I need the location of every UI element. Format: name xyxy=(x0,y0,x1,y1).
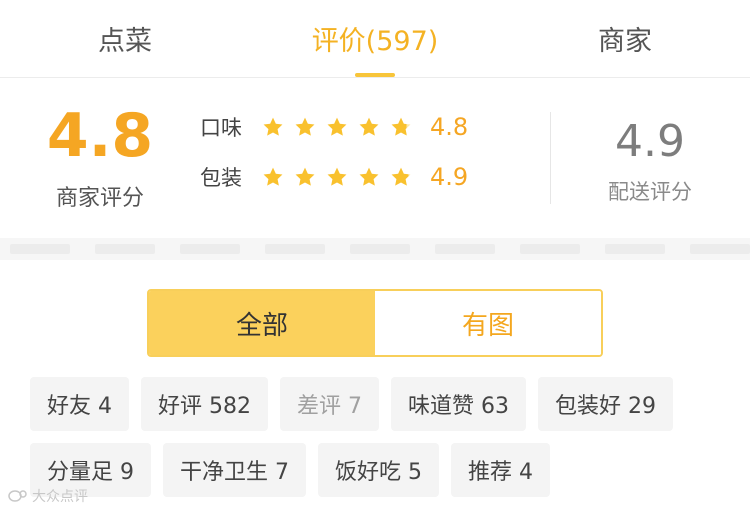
star-icon xyxy=(294,166,316,188)
merchant-score-block: 4.8 商家评分 xyxy=(45,106,155,212)
tag-chip[interactable]: 干净卫生 7 xyxy=(163,443,306,497)
filter-with-pics-button[interactable]: 有图 xyxy=(375,291,601,355)
delivery-score-value: 4.9 xyxy=(615,116,685,167)
merchant-score-label: 商家评分 xyxy=(55,186,144,211)
tab-order-label: 点菜 xyxy=(98,26,152,57)
active-tab-indicator xyxy=(355,73,395,77)
rating-row-packaging: 包装 4.9 xyxy=(200,163,469,191)
filter-all-button[interactable]: 全部 xyxy=(149,291,375,355)
strip-block xyxy=(95,244,155,254)
merchant-score-value: 4.8 xyxy=(46,101,154,171)
tab-merchant-label: 商家 xyxy=(598,26,652,57)
tag-chip[interactable]: 好友 4 xyxy=(30,377,129,431)
rating-row-label: 包装 xyxy=(200,166,242,190)
strip-block xyxy=(265,244,325,254)
tag-row: 分量足 9 干净卫生 7 饭好吃 5 推荐 4 xyxy=(30,443,740,497)
tag-chip[interactable]: 包装好 29 xyxy=(538,377,673,431)
strip-block xyxy=(180,244,240,254)
sub-ratings: 口味 4.8 包装 4.9 xyxy=(200,113,469,214)
rating-row-taste: 口味 4.8 xyxy=(200,113,469,141)
delivery-score-block: 4.9 配送评分 xyxy=(585,120,715,206)
tab-reviews[interactable]: 评价(597) xyxy=(250,0,500,77)
tab-reviews-label: 评价(597) xyxy=(311,26,439,57)
star-icon xyxy=(390,166,412,188)
star-icon xyxy=(358,166,380,188)
star-icon xyxy=(326,166,348,188)
separator-strip xyxy=(0,238,750,260)
tag-chip[interactable]: 差评 7 xyxy=(280,377,379,431)
review-tags: 好友 4 好评 582 差评 7 味道赞 63 包装好 29 分量足 9 干净卫… xyxy=(30,377,740,509)
star-icon xyxy=(262,116,284,138)
rating-row-value: 4.8 xyxy=(430,113,469,141)
watermark: 大众点评 xyxy=(8,486,88,506)
star-rating xyxy=(262,166,422,188)
tab-merchant[interactable]: 商家 xyxy=(500,0,750,77)
tag-chip[interactable]: 推荐 4 xyxy=(451,443,550,497)
strip-block xyxy=(690,244,750,254)
strip-block xyxy=(520,244,580,254)
star-icon xyxy=(294,116,316,138)
rating-summary: 4.8 商家评分 口味 4.8 包装 4.9 4.9 配送评分 xyxy=(0,78,750,238)
watermark-logo-icon xyxy=(8,490,27,502)
tab-order[interactable]: 点菜 xyxy=(0,0,250,77)
delivery-score-label: 配送评分 xyxy=(608,180,692,204)
watermark-text: 大众点评 xyxy=(32,489,88,505)
review-filter-toggle: 全部 有图 xyxy=(147,289,603,357)
tag-row: 好友 4 好评 582 差评 7 味道赞 63 包装好 29 xyxy=(30,377,740,431)
strip-block xyxy=(10,244,70,254)
star-rating xyxy=(262,116,422,138)
star-icon xyxy=(358,116,380,138)
star-icon xyxy=(262,166,284,188)
strip-block xyxy=(435,244,495,254)
strip-block xyxy=(605,244,665,254)
tag-chip[interactable]: 好评 582 xyxy=(141,377,268,431)
tab-bar: 点菜 评价(597) 商家 xyxy=(0,0,750,78)
star-icon xyxy=(326,116,348,138)
tag-chip[interactable]: 味道赞 63 xyxy=(391,377,526,431)
divider xyxy=(550,112,551,204)
tag-chip[interactable]: 饭好吃 5 xyxy=(318,443,439,497)
rating-row-label: 口味 xyxy=(200,116,242,140)
rating-row-value: 4.9 xyxy=(430,163,469,191)
star-icon xyxy=(390,116,412,138)
strip-block xyxy=(350,244,410,254)
